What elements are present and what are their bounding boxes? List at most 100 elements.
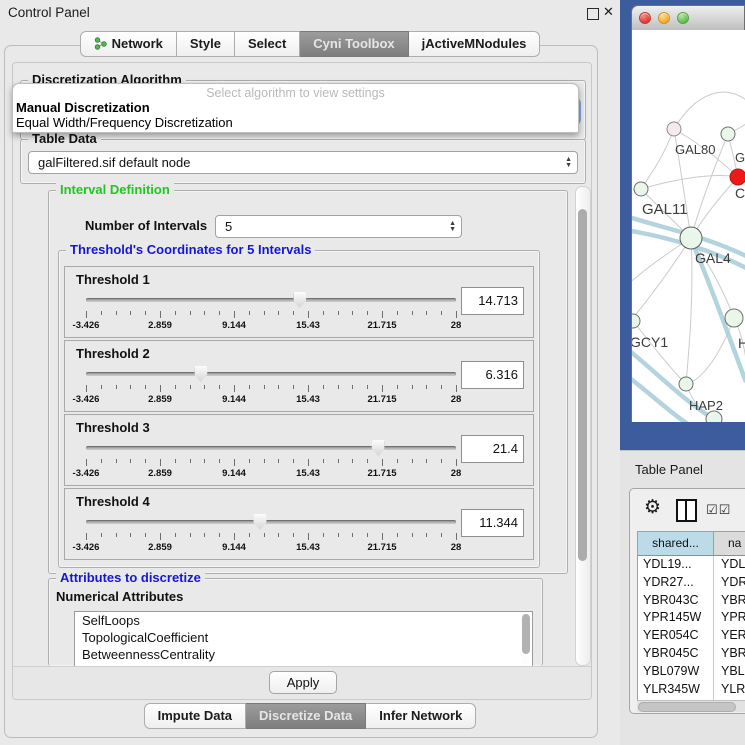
slider-track[interactable] [86,372,456,376]
tick-mark [249,311,250,315]
tick-mark [367,311,368,315]
network-edge[interactable] [632,238,691,325]
slider-track[interactable] [86,298,456,302]
column-header-shared[interactable]: shared... [638,532,714,555]
network-edge[interactable] [674,92,745,129]
network-edge[interactable] [686,238,692,384]
tab-style[interactable]: Style [177,31,235,57]
cell-shared-name[interactable]: YLR345W [638,681,714,699]
columns-icon[interactable] [676,499,697,522]
tick-label: -3.426 [73,468,100,479]
cell-name[interactable]: YLR3 [714,681,745,699]
network-edge[interactable] [691,177,738,238]
network-node[interactable] [634,182,648,196]
node-table[interactable]: shared... na YDL19...YDL1YDR27...YDR2YBR… [637,531,745,701]
close-traffic-light-icon[interactable] [639,12,651,24]
table-row[interactable]: YER054CYER0 [638,627,745,645]
threshold-3-value-field[interactable]: 21.4 [461,435,524,463]
dropdown-option-manual-discretization[interactable]: Manual Discretization [16,100,150,115]
table-row[interactable]: YBR045CYBR0 [638,645,745,663]
tab-select[interactable]: Select [235,31,300,57]
tick-mark [441,385,442,389]
slider-thumb[interactable] [293,292,306,308]
network-node[interactable] [730,169,745,185]
table-row[interactable]: YLR345WYLR3 [638,681,745,699]
table-row[interactable]: YBL079WYBL0 [638,663,745,681]
minimize-traffic-light-icon[interactable] [658,12,670,24]
tick-mark [426,311,427,315]
tab-discretize-data[interactable]: Discretize Data [246,703,366,729]
threshold-4-slider[interactable]: -3.4262.8599.14415.4321.71528 [86,511,456,557]
tab-jactivemnodules[interactable]: jActiveMNodules [409,31,541,57]
cell-name[interactable]: YBL0 [714,663,745,681]
cell-shared-name[interactable]: YDL19... [638,556,714,574]
tab-cyni-toolbox[interactable]: Cyni Toolbox [300,31,408,57]
gear-icon[interactable]: ⚙ [644,496,661,519]
cell-name[interactable]: YDR2 [714,574,745,592]
tick-mark [338,385,339,389]
network-node[interactable] [725,309,743,327]
cell-name[interactable]: YER0 [714,627,745,645]
settings-scrollbar[interactable] [575,186,591,666]
network-node[interactable] [679,377,693,391]
cell-shared-name[interactable]: YPR145W [638,609,714,627]
table-data-combobox[interactable]: galFiltered.sif default node ▲▼ [28,151,578,174]
table-row[interactable]: YDR27...YDR2 [638,574,745,592]
slider-track[interactable] [86,520,456,524]
threshold-1-value-field[interactable]: 14.713 [461,287,524,315]
node-label: GAL80 [675,142,715,157]
tick-label: -3.426 [73,320,100,331]
close-icon[interactable]: ✕ [603,4,614,20]
threshold-3-slider[interactable]: -3.4262.8599.14415.4321.71528 [86,437,456,483]
network-canvas[interactable]: GAL80GACGAL11GAL4GCY1HHAP2 [632,30,745,422]
network-node[interactable] [632,314,640,328]
threshold-4-value-field[interactable]: 11.344 [461,509,524,537]
scrollbar-thumb[interactable] [522,614,530,654]
tick-label: 9.144 [222,394,246,405]
scrollbar-thumb[interactable] [578,209,587,561]
number-of-intervals-combobox[interactable]: 5 ▲▼ [215,215,462,238]
list-item[interactable]: SelfLoops [75,612,532,629]
threshold-2-slider[interactable]: -3.4262.8599.14415.4321.71528 [86,363,456,409]
numerical-attributes-list[interactable]: SelfLoopsTopologicalCoefficientBetweenne… [74,611,533,668]
float-window-icon[interactable] [587,8,599,20]
table-row[interactable]: YPR145WYPR1 [638,609,745,627]
tick-mark [101,533,102,537]
threshold-1-slider[interactable]: -3.4262.8599.14415.4321.71528 [86,289,456,335]
tab-impute-data[interactable]: Impute Data [144,703,246,729]
list-item[interactable]: TopologicalCoefficient [75,629,532,646]
zoom-traffic-light-icon[interactable] [677,12,689,24]
threshold-2-value-field[interactable]: 6.316 [461,361,524,389]
cell-shared-name[interactable]: YBL079W [638,663,714,681]
tab-infer-network[interactable]: Infer Network [366,703,476,729]
tab-network[interactable]: Network [80,31,177,57]
cell-shared-name[interactable]: YBR045C [638,645,714,663]
slider-thumb[interactable] [253,514,266,530]
cell-name[interactable]: YBR0 [714,592,745,610]
apply-button[interactable]: Apply [269,671,337,694]
slider-thumb[interactable] [372,440,385,456]
slider-thumb[interactable] [194,366,207,382]
cell-shared-name[interactable]: YER054C [638,627,714,645]
cell-name[interactable]: YBR0 [714,645,745,663]
list-item[interactable]: BetweennessCentrality [75,646,532,663]
cell-name[interactable]: YPR1 [714,609,745,627]
network-edge[interactable] [641,175,738,189]
network-node[interactable] [680,227,702,249]
slider-track[interactable] [86,446,456,450]
dropdown-option-equal-width-frequency[interactable]: Equal Width/Frequency Discretization [16,115,233,130]
checkboxes-icon[interactable]: ☑☑ [706,502,731,518]
table-row[interactable]: YDL19...YDL1 [638,556,745,574]
network-node[interactable] [667,122,681,136]
scrollbar-thumb[interactable] [638,702,736,712]
table-row[interactable]: YBR043CYBR0 [638,592,745,610]
list-scrollbar[interactable] [521,614,531,665]
table-horizontal-scrollbar[interactable] [637,700,745,712]
cell-shared-name[interactable]: YBR043C [638,592,714,610]
cell-name[interactable]: YDL1 [714,556,745,574]
network-edge[interactable] [641,129,674,189]
column-header-name[interactable]: na [714,532,745,555]
tick-label: -3.426 [73,542,100,553]
cell-shared-name[interactable]: YDR27... [638,574,714,592]
network-node[interactable] [721,127,735,141]
